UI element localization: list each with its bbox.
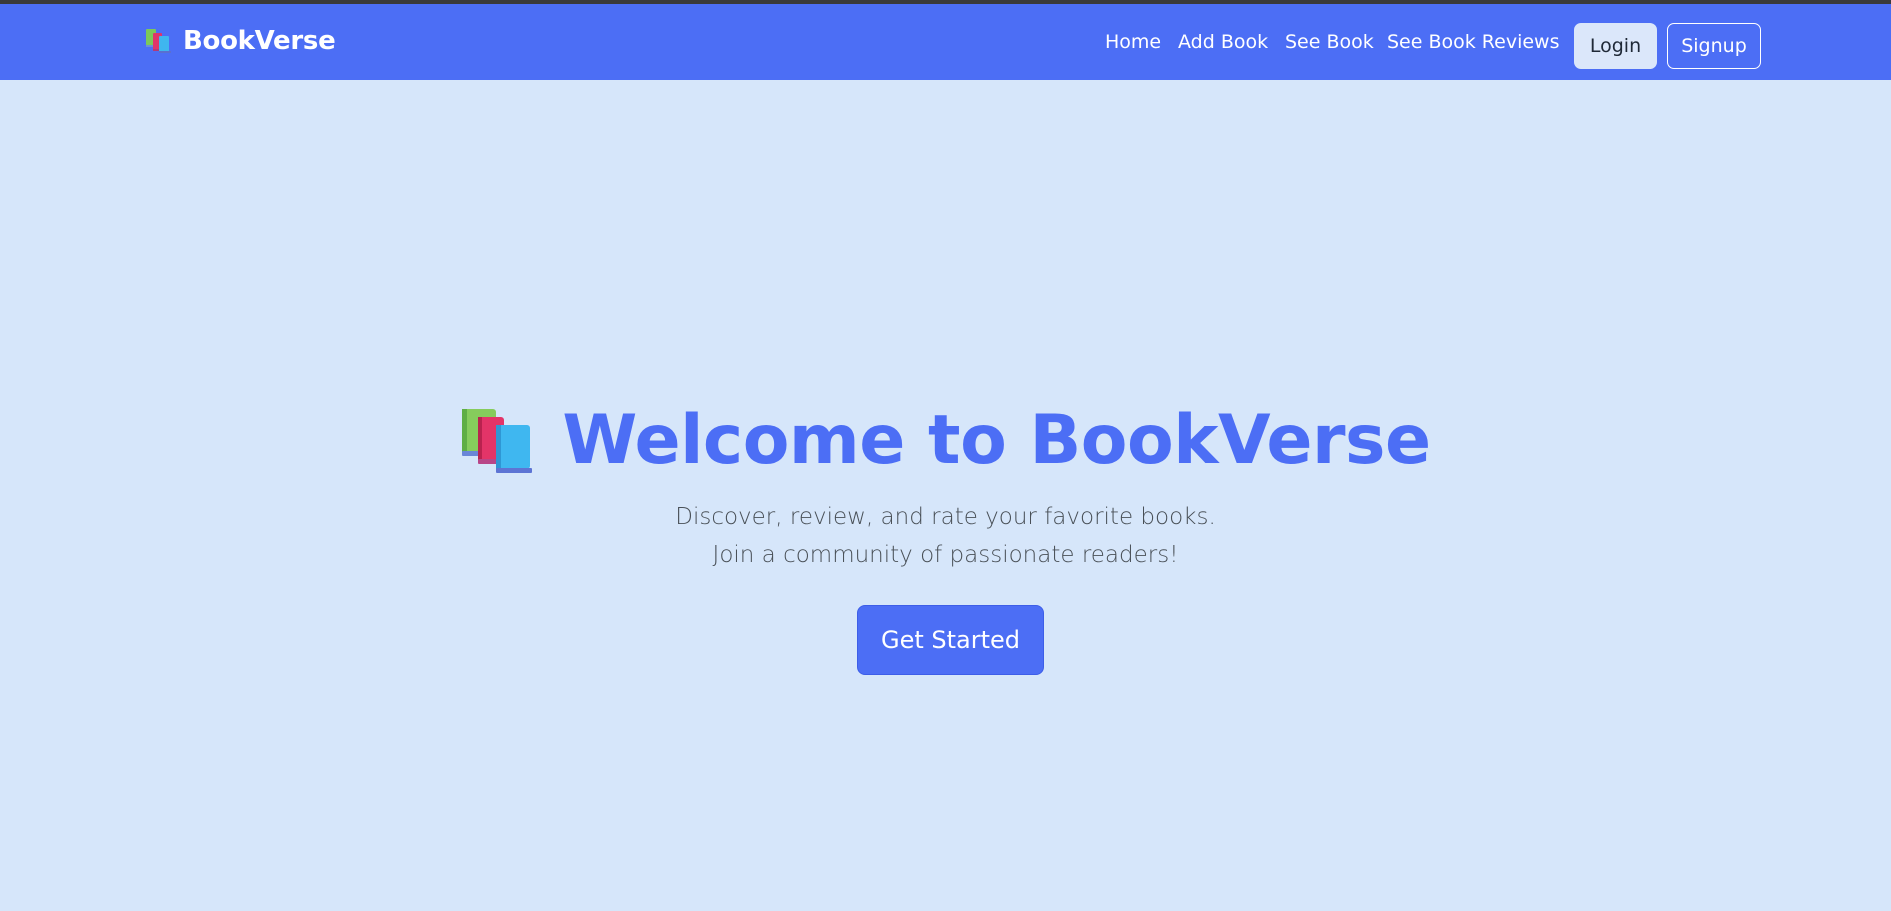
books-icon [146,29,171,53]
hero-title: Welcome to BookVerse [0,401,1891,480]
hero-section: Welcome to BookVerse Discover, review, a… [0,80,1891,911]
brand-name: BookVerse [183,26,336,56]
hero-title-text: Welcome to BookVerse [562,401,1431,480]
signup-button[interactable]: Signup [1667,23,1761,69]
nav-link-home[interactable]: Home [1105,31,1161,53]
nav-link-add-book[interactable]: Add Book [1178,31,1268,53]
hero-subtitle-line-1: Discover, review, and rate your favorite… [675,504,1216,530]
navbar: BookVerse Home Add Book See Book See Boo… [0,4,1891,80]
login-button[interactable]: Login [1574,23,1657,69]
hero-subtitle-line-2: Join a community of passionate readers! [712,542,1179,568]
nav-link-see-book-reviews[interactable]: See Book Reviews [1387,31,1560,53]
books-icon [462,408,533,473]
nav-link-see-book[interactable]: See Book [1285,31,1374,53]
get-started-button[interactable]: Get Started [857,605,1044,675]
brand-link[interactable]: BookVerse [145,26,336,56]
